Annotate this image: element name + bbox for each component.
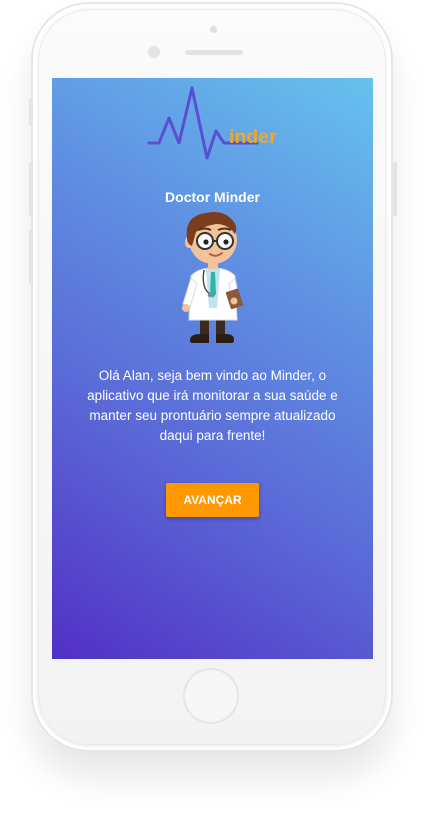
doctor-illustration-icon — [182, 212, 244, 343]
heartbeat-m-logo-icon — [147, 86, 259, 160]
power-button — [393, 162, 397, 216]
volume-down-button — [29, 230, 33, 284]
home-button[interactable] — [183, 668, 239, 724]
mute-switch — [29, 98, 33, 126]
minder-logo: inder — [147, 86, 292, 166]
app-screen: inder Doctor Minder Olá Alan, seja bem v… — [52, 78, 373, 659]
welcome-message: Olá Alan, seja bem vindo ao Minder, o ap… — [87, 368, 338, 443]
volume-up-button — [29, 162, 33, 216]
earpiece-speaker — [185, 50, 243, 55]
front-camera — [148, 46, 160, 58]
logo-text: inder — [229, 127, 277, 148]
page-title: Doctor Minder — [165, 189, 260, 205]
advance-button[interactable]: AVANÇAR — [166, 483, 259, 517]
front-sensor — [210, 26, 217, 33]
